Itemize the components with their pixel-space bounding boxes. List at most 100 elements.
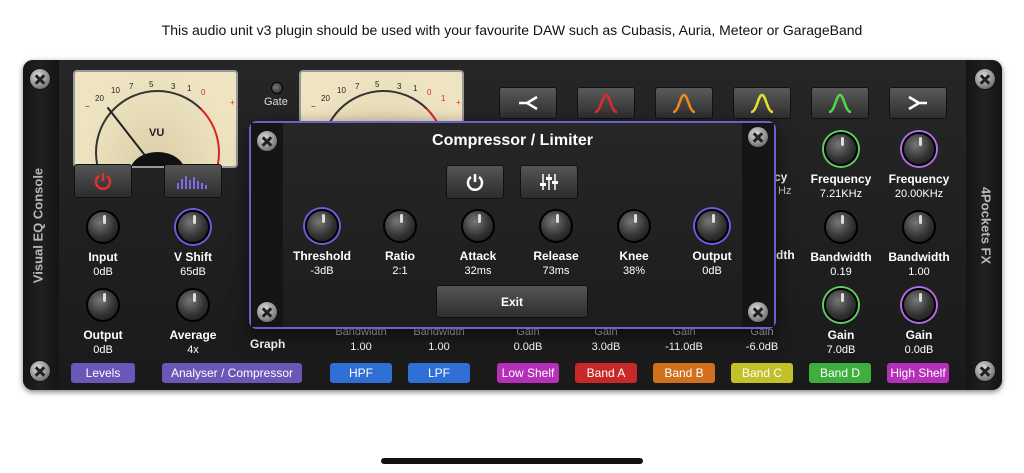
vu-scale-label: 0 [201, 88, 206, 97]
vu-scale-label: 1 [187, 84, 192, 93]
vu-minus: − [85, 102, 90, 111]
spectrum-icon [177, 176, 207, 189]
high-shelf-frequency-knob[interactable] [902, 132, 936, 166]
ratio-control[interactable]: Ratio 2:1 [361, 209, 439, 277]
threshold-control[interactable]: Threshold -3dB [283, 209, 361, 277]
tab-band-a[interactable]: Band A [575, 363, 637, 383]
ratio-knob[interactable] [383, 209, 417, 243]
band-c-gain-value: -6.0dB [745, 341, 779, 353]
high-shelf-button[interactable] [889, 87, 947, 119]
tab-high-shelf[interactable]: High Shelf [887, 363, 949, 383]
vu-plus: + [456, 98, 461, 107]
band-b-icon [672, 93, 696, 114]
control-value: 0.19 [830, 266, 852, 278]
tab-band-b[interactable]: Band B [653, 363, 715, 383]
band-a-button[interactable] [577, 87, 635, 119]
lpf-bandwidth-value: 1.00 [428, 341, 450, 353]
tab-lpf[interactable]: LPF [408, 363, 470, 383]
v-shift-knob[interactable] [176, 210, 210, 244]
control-value: 7.21KHz [819, 188, 863, 200]
low-shelf-gain-value: 0.0dB [513, 341, 543, 353]
high-shelf-icon [908, 95, 927, 111]
vu-scale-label: 7 [129, 82, 134, 91]
compressor-power-button[interactable] [446, 165, 504, 199]
high-shelf-frequency-control[interactable]: Frequency 20.00KHz [880, 132, 958, 200]
control-value: 38% [622, 265, 646, 277]
tab-hpf[interactable]: HPF [330, 363, 392, 383]
control-value: 0dB [93, 266, 113, 278]
band-d-frequency-knob[interactable] [824, 132, 858, 166]
threshold-knob[interactable] [305, 209, 339, 243]
vu-scale-label: 3 [397, 82, 402, 91]
tab-levels[interactable]: Levels [71, 363, 135, 383]
vu-scale-label: 5 [375, 80, 380, 89]
output-knob[interactable] [86, 288, 120, 322]
control-label: Output [692, 249, 732, 263]
release-knob[interactable] [539, 209, 573, 243]
compressor-settings-button[interactable] [520, 165, 578, 199]
output-control[interactable]: Output 0dB [64, 288, 142, 356]
high-shelf-gain-knob[interactable] [902, 288, 936, 322]
gate-label: Gate [264, 96, 288, 108]
left-rail-label: Visual EQ Console [30, 167, 46, 284]
tab-analyser-compressor[interactable]: Analyser / Compressor [162, 363, 302, 383]
band-d-gain-knob[interactable] [824, 288, 858, 322]
compressor-output-control[interactable]: Output 0dB [673, 209, 751, 277]
analyser-button[interactable] [164, 164, 222, 198]
vu-scale-label: 20 [321, 94, 330, 103]
tab-band-c[interactable]: Band C [731, 363, 793, 383]
input-knob[interactable] [86, 210, 120, 244]
band-d-bandwidth-knob[interactable] [824, 210, 858, 244]
right-rail-label: 4Pockets FX [978, 186, 994, 265]
control-label: Attack [459, 249, 497, 263]
gate-led-icon[interactable] [271, 82, 283, 94]
release-control[interactable]: Release 73ms [517, 209, 595, 277]
tab-band-d[interactable]: Band D [809, 363, 871, 383]
dialog-left-rail [251, 123, 283, 327]
control-value: 32ms [464, 265, 492, 277]
control-label: Frequency [888, 172, 950, 186]
band-b-button[interactable] [655, 87, 713, 119]
compressor-output-knob[interactable] [695, 209, 729, 243]
average-knob[interactable] [176, 288, 210, 322]
exit-button[interactable]: Exit [436, 285, 588, 318]
hpf-icon [519, 95, 538, 111]
high-shelf-bandwidth-knob[interactable] [902, 210, 936, 244]
right-rail: 4Pockets FX [966, 60, 1002, 390]
screw-icon [747, 301, 769, 323]
control-label: Threshold [292, 249, 351, 263]
band-d-bandwidth-control[interactable]: Bandwidth 0.19 [802, 210, 880, 278]
control-label: Gain [827, 328, 855, 342]
control-label: Release [533, 249, 579, 263]
vu-minus: − [311, 102, 316, 111]
band-d-button[interactable] [811, 87, 869, 119]
knee-control[interactable]: Knee 38% [595, 209, 673, 277]
attack-knob[interactable] [461, 209, 495, 243]
sliders-icon [540, 174, 558, 190]
high-shelf-gain-control[interactable]: Gain 0.0dB [880, 288, 958, 356]
high-shelf-bandwidth-control[interactable]: Bandwidth 1.00 [880, 210, 958, 278]
power-icon [466, 174, 484, 191]
control-label: Ratio [385, 249, 415, 263]
left-rail: Visual EQ Console [23, 60, 59, 390]
band-d-frequency-control[interactable]: Frequency 7.21KHz [802, 132, 880, 200]
tab-low-shelf[interactable]: Low Shelf [497, 363, 559, 383]
knee-knob[interactable] [617, 209, 651, 243]
average-control[interactable]: Average 4x [154, 288, 232, 356]
v-shift-control[interactable]: V Shift 65dB [154, 210, 232, 278]
home-indicator[interactable] [381, 458, 643, 464]
band-d-gain-control[interactable]: Gain 7.0dB [802, 288, 880, 356]
band-c-button[interactable] [733, 87, 791, 119]
hpf-button[interactable] [499, 87, 557, 119]
levels-power-button[interactable] [74, 164, 132, 198]
hpf-bandwidth-value: 1.00 [350, 341, 372, 353]
screw-icon [29, 360, 51, 382]
vu-meter-1: 20 10 7 5 3 1 0 − + VU [73, 70, 238, 168]
compressor-limiter-dialog: Compressor / Limiter Threshold -3dB Rati… [249, 121, 776, 329]
vu-plus: + [230, 98, 235, 107]
control-value: -3dB [310, 265, 334, 277]
attack-control[interactable]: Attack 32ms [439, 209, 517, 277]
vu-scale-label: 1 [441, 94, 446, 103]
vu-scale-label: 1 [413, 84, 418, 93]
input-control[interactable]: Input 0dB [64, 210, 142, 278]
